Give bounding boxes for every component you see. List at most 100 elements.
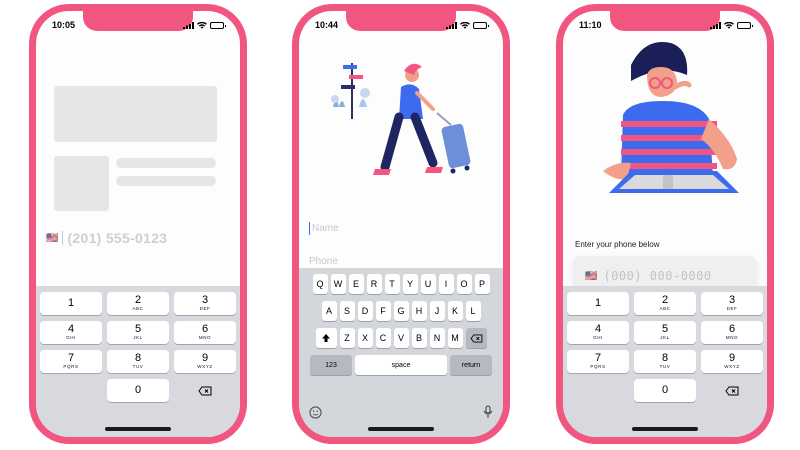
cellular-signal-icon xyxy=(183,21,194,29)
key-m[interactable]: M xyxy=(447,328,463,348)
battery-icon xyxy=(737,21,753,29)
key-8[interactable]: 8 TUV xyxy=(107,350,169,373)
keyboard-row-3: Z X C V B N M xyxy=(301,328,501,348)
key-9[interactable]: 9 WXYZ xyxy=(174,350,236,373)
key-n[interactable]: N xyxy=(429,328,445,348)
qwerty-keyboard: Q W E R T Y U I O P A S D F G H J K L Z … xyxy=(299,268,503,437)
delete-key[interactable] xyxy=(174,379,236,402)
status-icons xyxy=(710,21,753,29)
suitcase-illustration xyxy=(436,112,471,174)
delete-key[interactable] xyxy=(465,328,487,348)
key-q[interactable]: Q xyxy=(312,274,328,294)
skeleton-line xyxy=(116,158,216,168)
wifi-icon xyxy=(460,21,470,29)
home-indicator xyxy=(368,427,434,431)
key-x[interactable]: X xyxy=(357,328,373,348)
return-key[interactable]: return xyxy=(450,355,492,375)
skeleton-banner xyxy=(54,86,217,142)
key-4[interactable]: 4 GHI xyxy=(567,321,629,344)
phone-frame-1: 10:05 🇺🇸 (201) 555-0123 1 2 ABC 3 DEF 4 … xyxy=(29,4,247,444)
key-0[interactable]: 0 xyxy=(634,379,696,402)
key-1[interactable]: 1 xyxy=(40,292,102,315)
key-0[interactable]: 0 xyxy=(107,379,169,402)
key-a[interactable]: A xyxy=(321,301,337,321)
tablet-illustration xyxy=(609,171,739,193)
status-time: 11:10 xyxy=(579,20,602,30)
text-cursor xyxy=(309,221,310,235)
key-8[interactable]: 8 TUV xyxy=(634,350,696,373)
key-d[interactable]: D xyxy=(357,301,373,321)
key-h[interactable]: H xyxy=(411,301,427,321)
key-r[interactable]: R xyxy=(366,274,382,294)
phone-frame-2: 10:44 Name Phone Q W E R T Y U I O P A S… xyxy=(292,4,510,444)
keyboard-row-2: A S D F G H J K L xyxy=(301,301,501,321)
reading-person-illustration xyxy=(603,41,739,193)
key-j[interactable]: J xyxy=(429,301,445,321)
wifi-icon xyxy=(724,21,734,29)
key-u[interactable]: U xyxy=(420,274,436,294)
key-5[interactable]: 5 JKL xyxy=(107,321,169,344)
key-3[interactable]: 3 DEF xyxy=(174,292,236,315)
status-bar: 10:05 xyxy=(36,19,240,31)
cellular-signal-icon xyxy=(446,21,457,29)
space-key[interactable]: space xyxy=(355,355,447,375)
key-2[interactable]: 2 ABC xyxy=(107,292,169,315)
key-5[interactable]: 5 JKL xyxy=(634,321,696,344)
key-4[interactable]: 4 GHI xyxy=(40,321,102,344)
phone-screen-3: 11:10 Enter your phone below 🇺🇸 (000) 00… xyxy=(563,11,767,437)
delete-key[interactable] xyxy=(701,379,763,402)
phone-input[interactable]: 🇺🇸 (201) 555-0123 xyxy=(46,230,167,246)
walking-person xyxy=(373,63,443,175)
key-z[interactable]: Z xyxy=(339,328,355,348)
key-y[interactable]: Y xyxy=(402,274,418,294)
app-showcase: 10:05 🇺🇸 (201) 555-0123 1 2 ABC 3 DEF 4 … xyxy=(0,0,800,450)
key-c[interactable]: C xyxy=(375,328,391,348)
cellular-signal-icon xyxy=(710,21,721,29)
battery-icon xyxy=(210,21,226,29)
name-field[interactable]: Name xyxy=(309,217,493,239)
key-g[interactable]: G xyxy=(393,301,409,321)
key-3[interactable]: 3 DEF xyxy=(701,292,763,315)
key-1[interactable]: 1 xyxy=(567,292,629,315)
key-2[interactable]: 2 ABC xyxy=(634,292,696,315)
key-t[interactable]: T xyxy=(384,274,400,294)
key-9[interactable]: 9 WXYZ xyxy=(701,350,763,373)
phone-prompt-label: Enter your phone below xyxy=(575,240,660,249)
phone-frame-3: 11:10 Enter your phone below 🇺🇸 (000) 00… xyxy=(556,4,774,444)
keyboard-row-1: Q W E R T Y U I O P xyxy=(301,274,501,294)
status-bar: 10:44 xyxy=(299,19,503,31)
key-o[interactable]: O xyxy=(456,274,472,294)
key-blank xyxy=(40,379,102,402)
battery-icon xyxy=(473,21,489,29)
key-b[interactable]: B xyxy=(411,328,427,348)
key-6[interactable]: 6 MNO xyxy=(174,321,236,344)
keyboard-row-4: 123 space return xyxy=(301,355,501,375)
key-k[interactable]: K xyxy=(447,301,463,321)
key-i[interactable]: I xyxy=(438,274,454,294)
key-p[interactable]: P xyxy=(474,274,490,294)
key-l[interactable]: L xyxy=(465,301,481,321)
phone-placeholder: (201) 555-0123 xyxy=(67,230,168,246)
key-w[interactable]: W xyxy=(330,274,346,294)
skeleton-line xyxy=(116,176,216,186)
home-indicator xyxy=(105,427,171,431)
key-v[interactable]: V xyxy=(393,328,409,348)
key-s[interactable]: S xyxy=(339,301,355,321)
wifi-icon xyxy=(197,21,207,29)
key-e[interactable]: E xyxy=(348,274,364,294)
key-6[interactable]: 6 MNO xyxy=(701,321,763,344)
key-7[interactable]: 7 PQRS xyxy=(40,350,102,373)
key-f[interactable]: F xyxy=(375,301,391,321)
shift-key[interactable] xyxy=(315,328,337,348)
keyboard-bottom-bar xyxy=(309,405,493,419)
status-icons xyxy=(446,21,489,29)
numeric-keypad: 1 2 ABC 3 DEF 4 GHI 5 JKL 6 MNO 7 PQRS 8 TUV 9W… xyxy=(563,286,767,437)
phone-placeholder: Phone xyxy=(309,255,338,267)
numbers-key[interactable]: 123 xyxy=(310,355,352,375)
status-time: 10:05 xyxy=(52,20,76,30)
shift-icon xyxy=(322,334,330,342)
us-flag-icon: 🇺🇸 xyxy=(585,270,598,282)
emoji-icon[interactable] xyxy=(309,405,322,419)
microphone-icon[interactable] xyxy=(483,405,493,419)
key-7[interactable]: 7 PQRS xyxy=(567,350,629,373)
